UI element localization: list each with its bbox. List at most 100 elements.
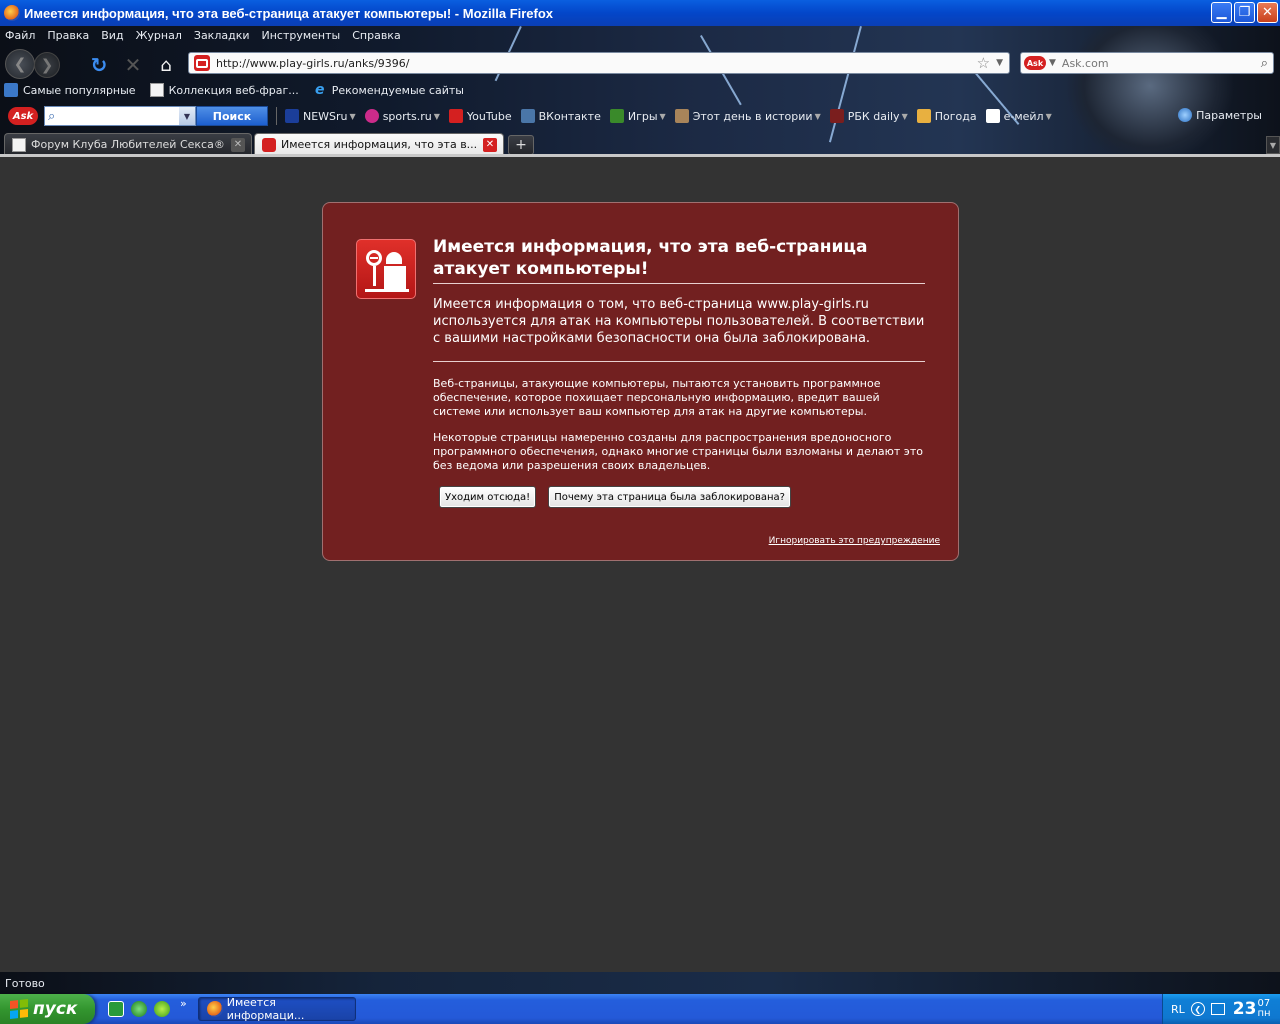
back-button[interactable]: ❮: [5, 49, 35, 79]
window-title: Имеется информация, что эта веб-страница…: [24, 5, 554, 21]
bookmark-most-visited[interactable]: Самые популярные: [0, 83, 136, 97]
menu-help[interactable]: Справка: [346, 28, 406, 46]
search-bar[interactable]: Ask ▼ ⌕: [1020, 52, 1274, 74]
quicklaunch-icq-icon[interactable]: [154, 1001, 170, 1017]
weather-icon: [916, 109, 931, 123]
home-icon: ⌂: [160, 54, 172, 76]
warning-long-description: Веб-страницы, атакующие компьютеры, пыта…: [433, 377, 925, 485]
tab-list-button[interactable]: ▼: [1266, 136, 1280, 154]
ask-logo[interactable]: Ask: [8, 107, 38, 125]
url-history-dropdown-icon[interactable]: ▼: [996, 58, 1003, 68]
email-icon: [985, 109, 1000, 123]
ask-search-input[interactable]: ⌕ ▼: [44, 106, 196, 126]
menu-history[interactable]: Журнал: [130, 28, 188, 46]
toolbar-item-label: Погода: [934, 109, 977, 123]
games-icon: [609, 109, 624, 123]
page-icon: [12, 137, 26, 152]
warning-paragraph: Некоторые страницы намеренно созданы для…: [433, 431, 923, 472]
params-icon: [1178, 108, 1193, 122]
get-me-out-button[interactable]: Уходим отсюда!: [439, 486, 537, 508]
toolbar-item-youtube[interactable]: YouTube: [448, 109, 512, 123]
bookmark-label: Коллекция веб-фраг...: [168, 83, 299, 97]
ask-engine-icon[interactable]: Ask: [1024, 56, 1046, 70]
quicklaunch-app-icon[interactable]: [108, 1001, 124, 1017]
toolbar-item-rbk[interactable]: РБК daily ▼: [829, 109, 908, 123]
search-input[interactable]: [1061, 56, 1261, 70]
menu-bar: Файл Правка Вид Журнал Закладки Инструме…: [0, 28, 407, 46]
clock-detail[interactable]: 07 пн: [1257, 999, 1270, 1019]
tab-warning[interactable]: Имеется информация, что эта в... ✕: [254, 133, 504, 155]
blocked-site-icon: [194, 55, 210, 71]
page-icon: [149, 83, 164, 97]
tab-bar: Форум Клуба Любителей Секса®: б... ✕ Име…: [0, 131, 1280, 155]
params-label: Параметры: [1196, 108, 1262, 122]
forward-arrow-icon: ❯: [40, 56, 54, 74]
new-tab-button[interactable]: +: [508, 135, 534, 155]
menu-view[interactable]: Вид: [95, 28, 129, 46]
blocked-site-icon: [262, 137, 276, 152]
home-button[interactable]: ⌂: [153, 52, 179, 78]
taskbar-firefox-task[interactable]: Имеется информаци...: [198, 996, 356, 1022]
ie-icon: e: [315, 82, 325, 98]
menu-bookmarks[interactable]: Закладки: [188, 28, 256, 46]
toolbar-item-vkontakte[interactable]: ВКонтакте: [520, 109, 601, 123]
url-text[interactable]: http://www.play-girls.ru/anks/9396/: [216, 57, 977, 70]
ask-dropdown-icon[interactable]: ▼: [179, 107, 195, 125]
back-arrow-icon: ❮: [13, 55, 27, 73]
forward-button[interactable]: ❯: [34, 52, 60, 78]
toolbar-item-newsru[interactable]: NEWSru ▼: [285, 109, 356, 123]
bookmark-star-icon[interactable]: ☆: [977, 54, 990, 72]
task-label: Имеется информаци...: [226, 996, 305, 1022]
toolbar-item-this-day[interactable]: Этот день в истории ▼: [674, 109, 821, 123]
close-window-button[interactable]: ✕: [1257, 2, 1278, 23]
toolbar-item-email[interactable]: e-мейл ▼: [985, 109, 1052, 123]
menu-edit[interactable]: Правка: [41, 28, 95, 46]
window-controls: ▁ ❐ ✕: [1211, 2, 1278, 23]
toolbar-item-label: Игры: [627, 109, 658, 123]
reload-button[interactable]: ↻: [86, 52, 112, 78]
bookmark-label: Самые популярные: [23, 83, 136, 97]
bookmark-suggested-sites[interactable]: e Рекомендуемые сайты: [309, 83, 464, 97]
menu-file[interactable]: Файл: [0, 28, 41, 46]
why-blocked-button[interactable]: Почему эта страница была заблокирована?: [548, 486, 791, 508]
vk-icon: [520, 109, 535, 123]
menu-tools[interactable]: Инструменты: [256, 28, 347, 46]
toolbar-item-label: РБК daily: [847, 109, 900, 123]
close-tab-icon[interactable]: ✕: [483, 137, 497, 152]
system-tray: RL ❮ 23 07 пн: [1162, 994, 1280, 1024]
toolbar-item-label: NEWSru: [303, 109, 348, 123]
ignore-warning-link[interactable]: Игнорировать это предупреждение: [769, 536, 940, 546]
toolbar-params-button[interactable]: Параметры: [1178, 108, 1262, 122]
window-titlebar[interactable]: Имеется информация, что эта веб-страница…: [0, 0, 1280, 26]
toolbar-item-sports[interactable]: sports.ru ▼: [364, 109, 440, 123]
newsru-icon: [285, 109, 299, 123]
search-icon[interactable]: ⌕: [1261, 56, 1268, 71]
quicklaunch-chevron-icon[interactable]: »: [180, 997, 187, 1010]
toolbar-item-label: Этот день в истории: [692, 109, 813, 123]
maximize-button[interactable]: ❐: [1234, 2, 1255, 23]
tab-forum[interactable]: Форум Клуба Любителей Секса®: б... ✕: [4, 133, 252, 155]
close-tab-icon[interactable]: ✕: [231, 137, 245, 152]
network-icon[interactable]: [1210, 1003, 1225, 1015]
clock-hour[interactable]: 23: [1233, 999, 1257, 1019]
quicklaunch-browser-icon[interactable]: [131, 1001, 147, 1017]
url-bar[interactable]: http://www.play-girls.ru/anks/9396/ ☆ ▼: [188, 52, 1010, 74]
windows-taskbar: пуск » Имеется информаци... RL ❮ 23 07 п…: [0, 994, 1280, 1024]
start-button[interactable]: пуск: [0, 994, 95, 1024]
toolbar-item-weather[interactable]: Погода: [916, 109, 977, 123]
guard-head-shape: [386, 252, 402, 264]
chevron-down-icon: ▼: [901, 111, 908, 121]
engine-dropdown-icon[interactable]: ▼: [1049, 58, 1056, 68]
show-hidden-icons-icon[interactable]: ❮: [1190, 1002, 1205, 1016]
minimize-button[interactable]: ▁: [1211, 2, 1232, 23]
tab-label: Форум Клуба Любителей Секса®: б...: [31, 138, 225, 151]
reload-icon: ↻: [90, 53, 108, 77]
ask-search-button[interactable]: Поиск: [196, 106, 268, 126]
stop-button[interactable]: ✕: [120, 52, 146, 78]
toolbar-item-games[interactable]: Игры ▼: [609, 109, 666, 123]
bookmark-web-slice-gallery[interactable]: Коллекция веб-фраг...: [146, 83, 299, 97]
stop-icon: ✕: [124, 53, 142, 77]
language-indicator[interactable]: RL: [1171, 1003, 1185, 1016]
chevron-down-icon: ▼: [1045, 111, 1052, 121]
chevron-down-icon: ▼: [1269, 140, 1277, 150]
